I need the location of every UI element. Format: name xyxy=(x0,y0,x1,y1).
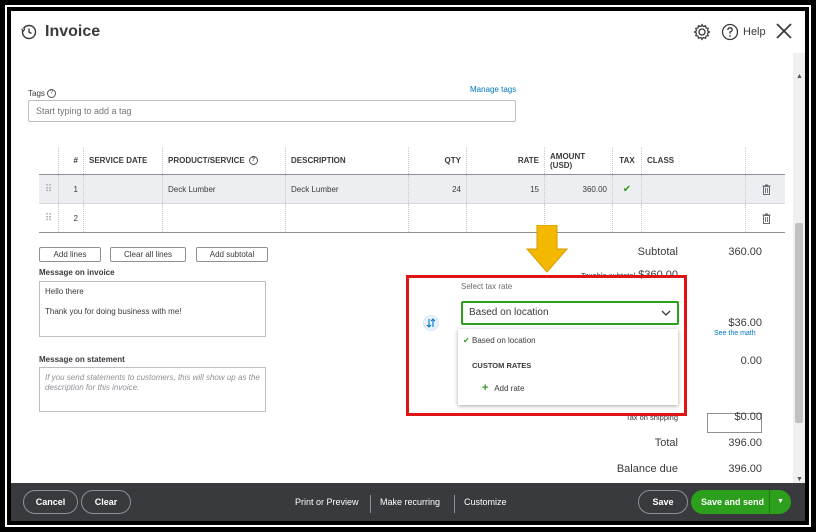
discount-value: 0.00 xyxy=(740,355,762,367)
row-num: 1 xyxy=(59,175,84,203)
customize-link[interactable]: Customize xyxy=(464,491,507,513)
amount-cell[interactable]: 360.00 xyxy=(545,175,613,203)
delete-cell xyxy=(746,204,785,232)
make-recurring-link[interactable]: Make recurring xyxy=(380,491,440,513)
manage-tags-link[interactable]: Manage tags xyxy=(470,85,516,94)
tags-label: Tags? xyxy=(28,89,56,99)
col-header-rate: RATE xyxy=(467,147,545,174)
tax-on-shipping-value: $0.00 xyxy=(734,411,762,423)
tax-value: $36.00 xyxy=(728,317,762,329)
col-header-num: # xyxy=(59,147,84,174)
tax-check-icon[interactable]: ✔ xyxy=(613,175,642,203)
add-subtotal-button[interactable]: Add subtotal xyxy=(196,247,268,262)
footer-divider xyxy=(370,495,371,513)
history-icon[interactable] xyxy=(21,24,37,40)
col-header-amount: AMOUNT (USD) xyxy=(545,147,613,174)
save-and-send-label: Save and send xyxy=(701,497,765,507)
class-cell[interactable] xyxy=(642,175,746,203)
message-on-invoice-label: Message on invoice xyxy=(39,268,115,277)
scroll-down-icon[interactable]: ▼ xyxy=(796,476,803,483)
screenshot-frame: Invoice Help Tags? Manage tags Start typ… xyxy=(0,0,816,532)
table-header-row: # SERVICE DATE PRODUCT/SERVICE? DESCRIPT… xyxy=(39,147,785,175)
tags-section: Tags? Manage tags xyxy=(11,53,793,137)
service-date-cell[interactable] xyxy=(84,204,163,232)
delete-header xyxy=(746,147,785,174)
footer-bar: Cancel Clear Print or Preview Make recur… xyxy=(11,483,805,521)
description-cell[interactable] xyxy=(286,204,409,232)
table-row[interactable]: ⠿ 2 xyxy=(39,204,785,233)
invoice-content: Tags? Manage tags # SERVICE DATE PRODUCT… xyxy=(11,53,793,483)
help-icon[interactable] xyxy=(721,23,739,41)
subtotal-value: 360.00 xyxy=(728,246,762,258)
save-button[interactable]: Save xyxy=(638,490,688,514)
col-header-product: PRODUCT/SERVICE? xyxy=(163,147,286,174)
col-header-service-date: SERVICE DATE xyxy=(84,147,163,174)
service-date-cell[interactable] xyxy=(84,175,163,203)
trash-icon[interactable] xyxy=(762,213,771,224)
product-cell[interactable] xyxy=(163,204,286,232)
print-preview-link[interactable]: Print or Preview xyxy=(295,491,359,513)
message-on-invoice-field[interactable]: Hello there Thank you for doing business… xyxy=(39,281,266,337)
tax-cell[interactable] xyxy=(613,204,642,232)
scroll-up-icon[interactable]: ▲ xyxy=(796,73,803,80)
row-num: 2 xyxy=(59,204,84,232)
arrow-down-icon xyxy=(526,225,568,273)
grip-header xyxy=(39,147,59,174)
tags-label-text: Tags xyxy=(28,89,45,98)
invoice-window: Invoice Help Tags? Manage tags Start typ… xyxy=(11,11,805,521)
table-row[interactable]: ⠿ 1 Deck Lumber Deck Lumber 24 15 360.00… xyxy=(39,175,785,204)
clear-all-lines-button[interactable]: Clear all lines xyxy=(110,247,186,262)
balance-due-label: Balance due xyxy=(616,463,678,475)
question-icon[interactable]: ? xyxy=(46,89,56,99)
tags-input[interactable] xyxy=(28,100,516,122)
col-header-tax: TAX xyxy=(613,147,642,174)
help-label[interactable]: Help xyxy=(743,26,766,38)
balance-due-value: 396.00 xyxy=(728,463,762,475)
footer-divider xyxy=(454,495,455,513)
col-header-qty: QTY xyxy=(409,147,467,174)
col-header-product-text: PRODUCT/SERVICE xyxy=(168,156,245,165)
see-the-math-link[interactable]: See the math xyxy=(714,330,756,337)
trash-icon[interactable] xyxy=(762,184,771,195)
header: Invoice Help xyxy=(11,11,805,53)
save-and-send-button[interactable]: Save and send ▼ xyxy=(691,490,791,514)
caret-down-icon[interactable]: ▼ xyxy=(769,490,791,514)
message-on-statement-field[interactable]: If you send statements to customers, thi… xyxy=(39,367,266,412)
vertical-scrollbar[interactable]: ▲ ▼ xyxy=(793,53,805,483)
rate-cell[interactable]: 15 xyxy=(467,175,545,203)
qty-cell[interactable]: 24 xyxy=(409,175,467,203)
invoice-message-line: Hello there xyxy=(45,287,84,296)
drag-handle-icon[interactable]: ⠿ xyxy=(39,175,59,203)
total-value: 396.00 xyxy=(728,437,762,449)
class-cell[interactable] xyxy=(642,204,746,232)
cancel-button[interactable]: Cancel xyxy=(23,490,78,514)
highlight-box xyxy=(406,275,687,416)
qty-cell[interactable] xyxy=(409,204,467,232)
question-icon[interactable]: ? xyxy=(248,156,258,165)
gear-icon[interactable] xyxy=(693,23,711,41)
col-header-description: DESCRIPTION xyxy=(286,147,409,174)
invoice-message-line: Thank you for doing business with me! xyxy=(45,307,182,316)
scrollbar-thumb[interactable] xyxy=(795,223,803,423)
subtotal-label: Subtotal xyxy=(637,246,678,258)
col-header-class: CLASS xyxy=(642,147,746,174)
page-title: Invoice xyxy=(45,23,101,40)
delete-cell xyxy=(746,175,785,203)
total-label: Total xyxy=(654,437,678,449)
description-cell[interactable]: Deck Lumber xyxy=(286,175,409,203)
clear-button[interactable]: Clear xyxy=(81,490,131,514)
add-lines-button[interactable]: Add lines xyxy=(39,247,101,262)
drag-handle-icon[interactable]: ⠿ xyxy=(39,204,59,232)
message-on-statement-label: Message on statement xyxy=(39,355,125,364)
product-cell[interactable]: Deck Lumber xyxy=(163,175,286,203)
close-icon[interactable] xyxy=(775,22,793,40)
